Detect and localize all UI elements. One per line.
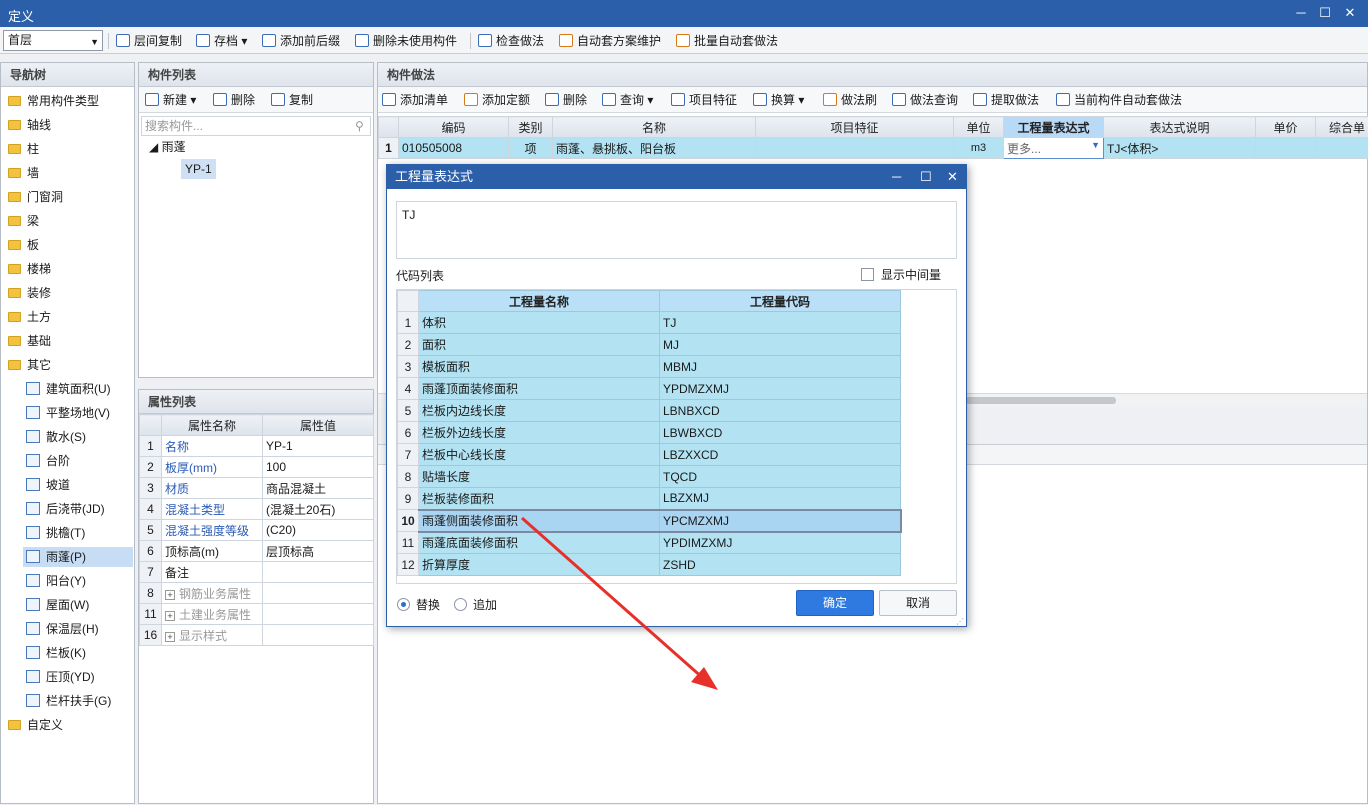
arrow-line (521, 516, 705, 681)
red-arrow-annotation (521, 516, 718, 690)
